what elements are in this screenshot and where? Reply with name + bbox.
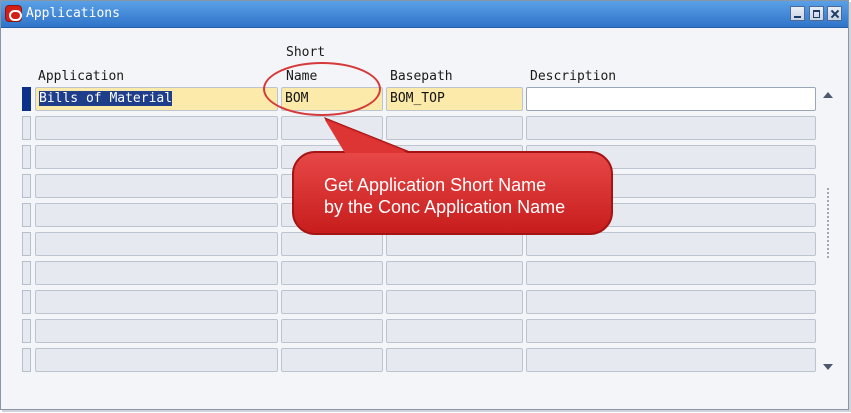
callout-text: Get Application Short Name by the Conc A…: [304, 174, 604, 218]
callout-line1: Get Application Short Name: [324, 175, 547, 195]
callout-line2: by the Conc Application Name: [324, 197, 566, 217]
